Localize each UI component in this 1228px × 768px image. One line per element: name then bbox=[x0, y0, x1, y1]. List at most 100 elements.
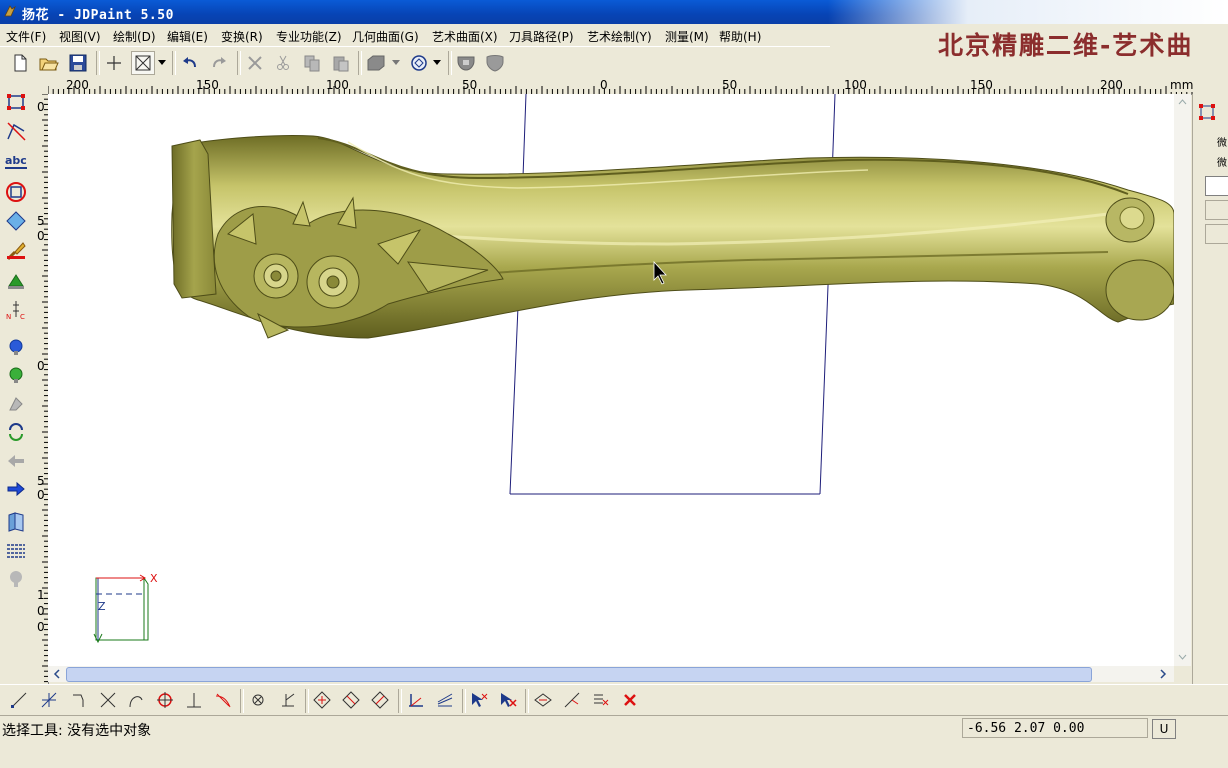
green-bulb-icon[interactable] bbox=[4, 364, 28, 388]
paint-brush-icon[interactable] bbox=[4, 239, 28, 263]
sculpt-tool-icon[interactable] bbox=[4, 392, 28, 416]
rotate-dropdown-icon[interactable] bbox=[431, 51, 443, 75]
select-cross-icon[interactable] bbox=[467, 688, 491, 712]
shade-mode-icon[interactable] bbox=[364, 51, 388, 75]
crosshair-icon[interactable] bbox=[102, 51, 126, 75]
svg-text:C: C bbox=[20, 313, 25, 321]
select-box-icon[interactable] bbox=[131, 51, 155, 75]
close-x-icon[interactable] bbox=[618, 688, 642, 712]
scroll-right-icon[interactable] bbox=[1156, 667, 1170, 681]
svg-text:abc: abc bbox=[5, 154, 27, 167]
menu-toolpath[interactable]: 刀具路径(P) bbox=[509, 28, 574, 45]
shade-dropdown-icon[interactable] bbox=[390, 51, 402, 75]
plane-xz-icon[interactable] bbox=[433, 688, 457, 712]
snap-perpendicular-icon[interactable] bbox=[182, 688, 206, 712]
offset-icon[interactable] bbox=[4, 180, 28, 204]
rotate-view-icon[interactable] bbox=[407, 51, 431, 75]
title-bar: 扬花 - JDPaint 5.50 bbox=[0, 0, 1228, 24]
left-toolbar: abc NC bbox=[0, 88, 32, 688]
menu-art-draw[interactable]: 艺术绘制(Y) bbox=[587, 28, 652, 45]
paste-icon[interactable] bbox=[329, 51, 353, 75]
delete-icon[interactable] bbox=[243, 51, 267, 75]
menu-draw[interactable]: 绘制(D) bbox=[113, 28, 156, 45]
tool-head-icon[interactable] bbox=[4, 567, 28, 591]
menu-pro[interactable]: 专业功能(Z) bbox=[276, 28, 342, 45]
menu-transform[interactable]: 变换(R) bbox=[221, 28, 263, 45]
snap-intersect-icon[interactable] bbox=[96, 688, 120, 712]
vertical-scrollbar[interactable] bbox=[1174, 94, 1191, 666]
horizontal-scrollbar[interactable] bbox=[48, 666, 1174, 682]
scroll-left-icon[interactable] bbox=[50, 667, 64, 681]
array-icon[interactable] bbox=[531, 688, 555, 712]
open-file-icon[interactable] bbox=[37, 51, 61, 75]
snap-grid-b-icon[interactable] bbox=[339, 688, 363, 712]
deselect-icon[interactable] bbox=[496, 688, 520, 712]
snap-endpoint-icon[interactable] bbox=[37, 688, 61, 712]
ruler-label: 150 bbox=[196, 78, 219, 92]
snap-corner-icon[interactable] bbox=[67, 688, 91, 712]
unit-toggle-button[interactable]: U bbox=[1152, 719, 1176, 739]
trim-icon[interactable] bbox=[560, 688, 584, 712]
brand-overlay: 北京精雕二维-艺术曲 bbox=[938, 31, 1194, 60]
panel-button[interactable] bbox=[1205, 176, 1228, 196]
mold-tool-icon[interactable] bbox=[454, 51, 478, 75]
blue-bulb-icon[interactable] bbox=[4, 336, 28, 360]
snap-center-icon[interactable] bbox=[246, 688, 270, 712]
snap-toolbar bbox=[0, 684, 1228, 715]
copy-icon[interactable] bbox=[300, 51, 324, 75]
menu-view[interactable]: 视图(V) bbox=[59, 28, 101, 45]
scroll-down-icon[interactable] bbox=[1176, 650, 1189, 663]
axis-z-label: Z bbox=[98, 600, 106, 613]
scroll-thumb[interactable] bbox=[66, 667, 1092, 682]
panel-button[interactable] bbox=[1205, 200, 1228, 220]
redo-icon[interactable] bbox=[207, 51, 231, 75]
hatch-lines-icon[interactable] bbox=[4, 539, 28, 563]
relief-tool-icon[interactable] bbox=[4, 269, 28, 293]
vruler-label: 1 bbox=[37, 588, 45, 602]
status-text: 选择工具: 没有选中对象 bbox=[2, 723, 152, 739]
text-tool-icon[interactable]: abc bbox=[4, 150, 28, 174]
snap-tangent-icon[interactable] bbox=[211, 688, 235, 712]
menu-geometry-surface[interactable]: 几何曲面(G) bbox=[352, 28, 419, 45]
undo-icon[interactable] bbox=[178, 51, 202, 75]
scroll-up-icon[interactable] bbox=[1176, 96, 1189, 109]
node-edit-icon[interactable] bbox=[4, 90, 28, 114]
snap-grid-c-icon[interactable] bbox=[368, 688, 392, 712]
save-icon[interactable] bbox=[66, 51, 90, 75]
drawing-canvas[interactable]: X Z bbox=[48, 94, 1174, 666]
cut-icon[interactable] bbox=[271, 51, 295, 75]
snap-circle-icon[interactable] bbox=[153, 688, 177, 712]
panel-label: 微 bbox=[1217, 158, 1227, 169]
snap-grid-a-icon[interactable] bbox=[310, 688, 334, 712]
vruler-label: 0 bbox=[37, 100, 45, 114]
node-panel-icon[interactable] bbox=[1197, 102, 1219, 124]
plane-xy-icon[interactable] bbox=[404, 688, 428, 712]
arrow-left-icon[interactable] bbox=[4, 449, 28, 473]
list-x-icon[interactable] bbox=[589, 688, 613, 712]
snap-ortho-icon[interactable] bbox=[276, 688, 300, 712]
panel-button[interactable] bbox=[1205, 224, 1228, 244]
new-file-icon[interactable] bbox=[8, 51, 32, 75]
horizontal-ruler: 200 150 100 50 0 50 100 150 200 mm bbox=[48, 78, 1193, 95]
polyline-icon[interactable] bbox=[4, 119, 28, 143]
panel-label: 微 bbox=[1217, 138, 1227, 149]
vruler-label: 0 bbox=[37, 604, 45, 618]
menu-edit[interactable]: 编辑(E) bbox=[167, 28, 208, 45]
menu-file[interactable]: 文件(F) bbox=[6, 28, 46, 45]
arrow-right-icon[interactable] bbox=[4, 477, 28, 501]
nc-path-icon[interactable]: NC bbox=[4, 298, 28, 322]
menu-help[interactable]: 帮助(H) bbox=[719, 28, 761, 45]
snap-line-icon[interactable] bbox=[7, 688, 31, 712]
menu-art-surface[interactable]: 艺术曲面(X) bbox=[432, 28, 498, 45]
vruler-label: 5 bbox=[37, 214, 45, 228]
ruler-label: 200 bbox=[1100, 78, 1123, 92]
fill-region-icon[interactable] bbox=[4, 209, 28, 233]
shield-tool-icon[interactable] bbox=[483, 51, 507, 75]
snap-arc-icon[interactable] bbox=[124, 688, 148, 712]
ruler-label: 0 bbox=[600, 78, 608, 92]
layers-icon[interactable] bbox=[4, 510, 28, 534]
vruler-label: 0 bbox=[37, 229, 45, 243]
refresh-cycle-icon[interactable] bbox=[4, 420, 28, 444]
menu-measure[interactable]: 测量(M) bbox=[665, 28, 709, 45]
select-dropdown-icon[interactable] bbox=[156, 51, 168, 75]
